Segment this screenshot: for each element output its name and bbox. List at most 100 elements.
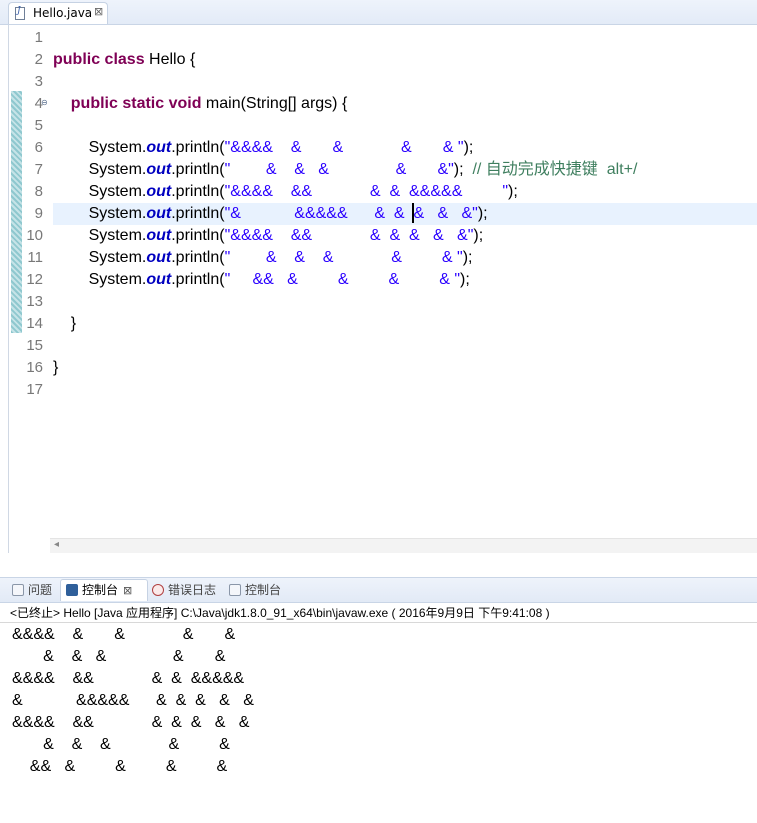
code-text-span: System. (88, 227, 147, 244)
console-line: & & & & & (12, 736, 230, 753)
string-literal: " & & & & &" (224, 161, 454, 178)
console-line: & &&&&& & & & & & (12, 692, 254, 709)
field-out: out (146, 249, 172, 266)
closing-brace: } (53, 359, 59, 376)
field-out: out (146, 139, 172, 156)
console-line: && & & & & (12, 758, 228, 775)
code-line: public static void main(String[] args) { (53, 93, 757, 115)
views-tab-bar: 问题 控制台 ⊠ 错误日志 控制台 (0, 577, 757, 603)
code-line: System.out.println(" && & & & & "); (53, 269, 757, 291)
keyword: public class (53, 51, 145, 68)
string-literal: "& &&&&& & & & & &" (224, 205, 478, 222)
code-line: System.out.println("&&&& && & & &&&&& ")… (53, 181, 757, 203)
code-text-span: ); (462, 249, 473, 266)
code-line: System.out.println(" & & & & &"); // 自动完… (53, 159, 757, 181)
console-line: &&&& && & & &&&&& (12, 670, 245, 687)
line-number: 14 (26, 315, 43, 332)
code-text-span: .println( (171, 139, 225, 156)
line-number: 2 (34, 51, 43, 68)
field-out: out (146, 183, 172, 200)
code-text-span: .println( (171, 271, 225, 288)
scroll-left-icon[interactable]: ◂ (54, 539, 59, 550)
line-number: 5 (34, 117, 43, 134)
code-text-span: System. (88, 183, 147, 200)
code-text-span: System. (88, 271, 147, 288)
field-out: out (146, 227, 172, 244)
code-text-span: ); (453, 161, 464, 178)
close-icon[interactable]: ⊠ (123, 584, 132, 597)
line-number: 6 (34, 139, 43, 156)
string-literal: "&&&& && & & & & &" (224, 227, 474, 244)
tab-console[interactable]: 控制台 ⊠ (66, 581, 132, 599)
line-number: 7 (34, 161, 43, 178)
line-number: 8 (34, 183, 43, 200)
code-text-span: System. (88, 161, 147, 178)
editor-gutter: 1 2 3 4 5 6 7 8 9 10 11 12 13 14 15 16 1… (9, 25, 50, 553)
line-number: 1 (34, 29, 43, 46)
code-text-span: .println( (171, 183, 225, 200)
text-caret (412, 203, 414, 223)
console-icon (66, 584, 78, 596)
string-literal: "&&&& && & & &&&&& " (224, 183, 509, 200)
line-number: 13 (26, 293, 43, 310)
code-line: System.out.println("&&&& & & & & "); (53, 137, 757, 159)
line-numbers: 1 2 3 4 5 6 7 8 9 10 11 12 13 14 15 16 1… (21, 27, 43, 401)
console-output[interactable]: &&&& & & & & & & & & & &&&& && & & &&&&&… (12, 624, 254, 778)
code-line: System.out.println("&&&& && & & & & &"); (53, 225, 757, 247)
code-text-span: .println( (171, 227, 225, 244)
tab-label: Hello.java (33, 6, 93, 20)
code-line-current: System.out.println("& &&&&& & & & & &"); (53, 203, 757, 225)
horizontal-scrollbar[interactable]: ◂ (50, 538, 757, 553)
line-number: 4 (34, 95, 43, 112)
error-log-icon (152, 584, 164, 596)
line-number: 3 (34, 73, 43, 90)
code-text-span: ); (477, 205, 488, 222)
line-number: 9 (34, 205, 43, 222)
tab-hello-java[interactable]: Hello.java ⊠ (8, 2, 108, 24)
code-text-span: ); (473, 227, 484, 244)
tab-problems[interactable]: 问题 (12, 581, 52, 599)
divider (0, 622, 757, 623)
code-line: } (53, 313, 757, 335)
tab-console-2[interactable]: 控制台 (229, 581, 281, 599)
tab-error-log[interactable]: 错误日志 (152, 581, 216, 599)
fold-collapse-icon[interactable]: ⊖ (41, 99, 48, 107)
code-text-span: Hello { (144, 51, 196, 68)
code-line: System.out.println(" & & & & & "); (53, 247, 757, 269)
tab-label: 控制台 (82, 583, 119, 597)
closing-brace: } (70, 315, 77, 332)
code-line: public class Hello { (53, 49, 757, 71)
tab-label: 问题 (28, 583, 53, 597)
code-comment: // 自动完成快捷键 alt+/ (463, 161, 638, 178)
code-text-span: System. (88, 139, 147, 156)
string-literal: " & & & & & " (224, 249, 463, 266)
code-text-span: System. (88, 205, 147, 222)
code-text[interactable]: public class Hello { public static void … (53, 27, 757, 401)
string-literal: "&&&& & & & & " (224, 139, 464, 156)
field-out: out (146, 161, 172, 178)
line-number: 12 (26, 271, 43, 288)
field-out: out (146, 205, 172, 222)
code-text-span: ); (463, 139, 474, 156)
line-number: 10 (26, 227, 43, 244)
console-line: &&&& & & & & (12, 626, 236, 643)
code-text-span: System. (88, 249, 147, 266)
code-line: } (53, 357, 757, 379)
keyword: public static void (70, 95, 202, 112)
editor-tab-bar: Hello.java ⊠ (0, 0, 757, 25)
console-status-header: <已终止> Hello [Java 应用程序] C:\Java\jdk1.8.0… (10, 606, 550, 620)
code-text-span: .println( (171, 205, 225, 222)
code-text-span: .println( (171, 161, 225, 178)
code-text-span: main(String[] args) { (201, 95, 348, 112)
code-editor[interactable]: 1 2 3 4 5 6 7 8 9 10 11 12 13 14 15 16 1… (8, 25, 757, 553)
field-out: out (146, 271, 172, 288)
line-number: 11 (27, 249, 43, 266)
line-number: 15 (26, 337, 43, 354)
close-icon[interactable]: ⊠ (94, 5, 103, 18)
